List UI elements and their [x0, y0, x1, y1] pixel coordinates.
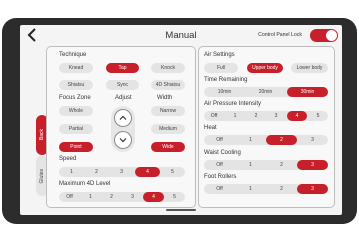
header-bar: Manual Control Panel Lock — [20, 25, 342, 45]
cooling-1[interactable]: 1 — [235, 160, 266, 170]
max-4d-2[interactable]: 2 — [101, 192, 122, 202]
width-medium-button[interactable]: Medium — [151, 124, 185, 134]
width-label: Width — [157, 95, 173, 101]
time-10min[interactable]: 10min — [204, 87, 245, 97]
heat-label: Heat — [204, 125, 217, 131]
time-20min[interactable]: 20min — [245, 87, 286, 97]
rollers-3[interactable]: 3 — [297, 184, 328, 194]
max-4d-level-label: Maximum 4D Level — [59, 181, 111, 187]
focus-point-button[interactable]: Point — [59, 142, 93, 152]
home-indicator[interactable] — [166, 209, 196, 211]
heat-off[interactable]: Off — [204, 135, 235, 145]
heat-3[interactable]: 3 — [297, 135, 328, 145]
heat-2[interactable]: 2 — [266, 135, 297, 145]
max-4d-1[interactable]: 1 — [80, 192, 101, 202]
time-remaining-selector: 10min 20min 30min — [204, 87, 328, 97]
speed-label: Speed — [59, 156, 77, 162]
max-4d-3[interactable]: 3 — [122, 192, 143, 202]
tab-back-label: Back — [39, 129, 45, 141]
width-narrow-button[interactable]: Narrow — [151, 106, 185, 116]
device-frame: Manual Control Panel Lock Back Glutes Te… — [0, 0, 359, 241]
adjust-stepper — [111, 106, 135, 152]
adjust-label: Adjust — [115, 95, 132, 101]
control-panel-lock-label: Control Panel Lock — [258, 32, 302, 38]
max-4d-5[interactable]: 5 — [164, 192, 185, 202]
max-4d-off[interactable]: Off — [59, 192, 80, 202]
technique-4d-shiatsu-button[interactable]: 4D Shiatsu — [151, 80, 185, 90]
pressure-off[interactable]: Off — [204, 111, 224, 121]
speed-selector: 1 2 3 4 5 — [59, 167, 185, 177]
pressure-3[interactable]: 3 — [266, 111, 286, 121]
focus-partial-button[interactable]: Partial — [59, 124, 93, 134]
air-settings-panel: Air Settings Full Upper body Lower body … — [198, 46, 335, 208]
technique-knock-button[interactable]: Knock — [151, 63, 185, 73]
max-4d-4[interactable]: 4 — [143, 192, 164, 202]
rollers-2[interactable]: 2 — [266, 184, 297, 194]
technique-sync-button[interactable]: Sync — [106, 80, 139, 90]
air-full-button[interactable]: Full — [204, 63, 238, 73]
speed-4[interactable]: 4 — [135, 167, 160, 177]
air-pressure-selector: Off 1 2 3 4 5 — [204, 111, 328, 121]
width-wide-button[interactable]: Wide — [151, 142, 185, 152]
cooling-2[interactable]: 2 — [266, 160, 297, 170]
heat-selector: Off 1 2 3 — [204, 135, 328, 145]
pressure-2[interactable]: 2 — [246, 111, 266, 121]
cooling-off[interactable]: Off — [204, 160, 235, 170]
control-panel-lock-toggle[interactable] — [310, 29, 338, 42]
foot-rollers-selector: Off 1 2 3 — [204, 184, 328, 194]
app-screen: Manual Control Panel Lock Back Glutes Te… — [20, 25, 342, 215]
heat-1[interactable]: 1 — [235, 135, 266, 145]
toggle-knob — [326, 30, 337, 41]
time-30min[interactable]: 30min — [287, 87, 328, 97]
speed-1[interactable]: 1 — [59, 167, 84, 177]
air-settings-label: Air Settings — [204, 52, 235, 58]
air-pressure-intensity-label: Air Pressure Intensity — [204, 101, 262, 107]
adjust-down-button[interactable] — [114, 131, 132, 149]
tab-glutes-label: Glutes — [39, 168, 45, 184]
chevron-up-icon — [119, 115, 127, 120]
chevron-down-icon — [119, 138, 127, 143]
speed-3[interactable]: 3 — [109, 167, 134, 177]
technique-label: Technique — [59, 52, 87, 58]
pressure-4[interactable]: 4 — [287, 111, 307, 121]
focus-zone-label: Focus Zone — [59, 95, 91, 101]
pressure-1[interactable]: 1 — [225, 111, 245, 121]
waist-cooling-label: Waist Cooling — [204, 150, 241, 156]
time-remaining-label: Time Remaining — [204, 77, 248, 83]
max-4d-level-selector: Off 1 2 3 4 5 — [59, 192, 185, 202]
waist-cooling-selector: Off 1 2 3 — [204, 160, 328, 170]
technique-knead-button[interactable]: Knead — [59, 63, 93, 73]
technique-tap-button[interactable]: Tap — [106, 63, 139, 73]
rollers-off[interactable]: Off — [204, 184, 235, 194]
air-lower-body-button[interactable]: Lower body — [291, 63, 328, 73]
foot-rollers-label: Foot Rollers — [204, 174, 237, 180]
technique-shiatsu-button[interactable]: Shiatsu — [59, 80, 93, 90]
adjust-up-button[interactable] — [114, 109, 132, 127]
speed-2[interactable]: 2 — [84, 167, 109, 177]
speed-5[interactable]: 5 — [160, 167, 185, 177]
focus-whole-button[interactable]: Whole — [59, 106, 93, 116]
cooling-3[interactable]: 3 — [297, 160, 328, 170]
rollers-1[interactable]: 1 — [235, 184, 266, 194]
pressure-5[interactable]: 5 — [308, 111, 328, 121]
air-upper-body-button[interactable]: Upper body — [247, 63, 283, 73]
